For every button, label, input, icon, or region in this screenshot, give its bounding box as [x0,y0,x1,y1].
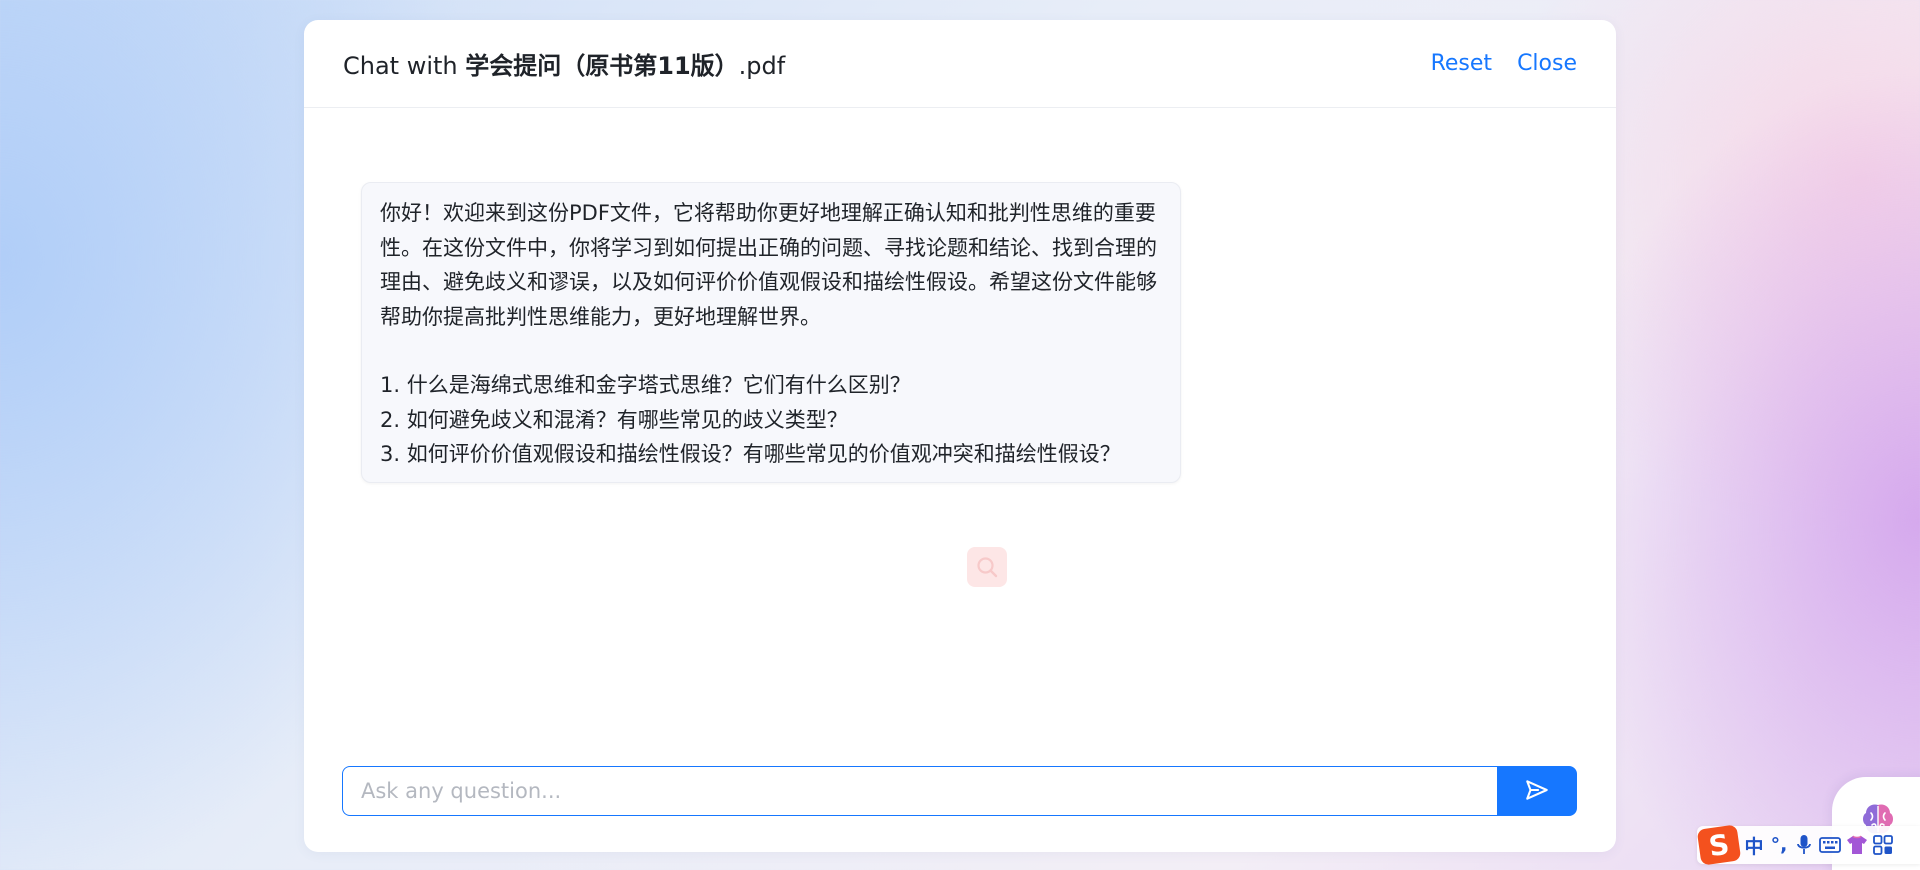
question-bar [342,766,1577,816]
dialog-header: Chat with 学会提问（原书第11版）.pdf Reset Close [304,20,1616,108]
message-list: 你好！欢迎来到这份PDF文件，它将帮助你更好地理解正确认知和批判性思维的重要性。… [304,109,1616,732]
suggested-question: 2. 如何避免歧义和混淆？有哪些常见的歧义类型？ [380,407,848,432]
question-input[interactable] [342,766,1497,816]
ime-mode-toggle[interactable]: 中 [1744,830,1764,860]
file-extension: .pdf [738,52,786,80]
microphone-icon[interactable] [1794,830,1814,860]
assistant-message: 你好！欢迎来到这份PDF文件，它将帮助你更好地理解正确认知和批判性思维的重要性。… [361,182,1181,483]
send-button[interactable] [1497,766,1577,816]
reset-button[interactable]: Reset [1431,51,1492,76]
search-icon [967,547,1007,587]
dialog-title: Chat with 学会提问（原书第11版）.pdf [343,46,785,81]
ime-toolbar: S 中 °, [1696,824,1920,866]
suggested-question: 3. 如何评价价值观假设和描绘性假设？有哪些常见的价值观冲突和描绘性假设？ [380,442,1121,466]
keyboard-icon[interactable] [1819,830,1841,860]
file-name: 学会提问（原书第11版） [465,52,739,80]
title-prefix: Chat with [343,52,466,80]
message-intro: 你好！欢迎来到这份PDF文件，它将帮助你更好地理解正确认知和批判性思维的重要性。… [380,201,1157,329]
send-icon [1524,777,1550,806]
suggested-question: 1. 什么是海绵式思维和金字塔式思维？它们有什么区别？ [380,373,911,397]
header-actions: Reset Close [1431,51,1577,76]
ime-punctuation-toggle[interactable]: °, [1769,830,1789,860]
chat-dialog: Chat with 学会提问（原书第11版）.pdf Reset Close 你… [304,20,1616,852]
shirt-icon[interactable] [1846,830,1868,860]
ime-logo[interactable]: S [1696,824,1742,866]
grid-icon[interactable] [1873,830,1893,860]
close-button[interactable]: Close [1517,51,1577,76]
